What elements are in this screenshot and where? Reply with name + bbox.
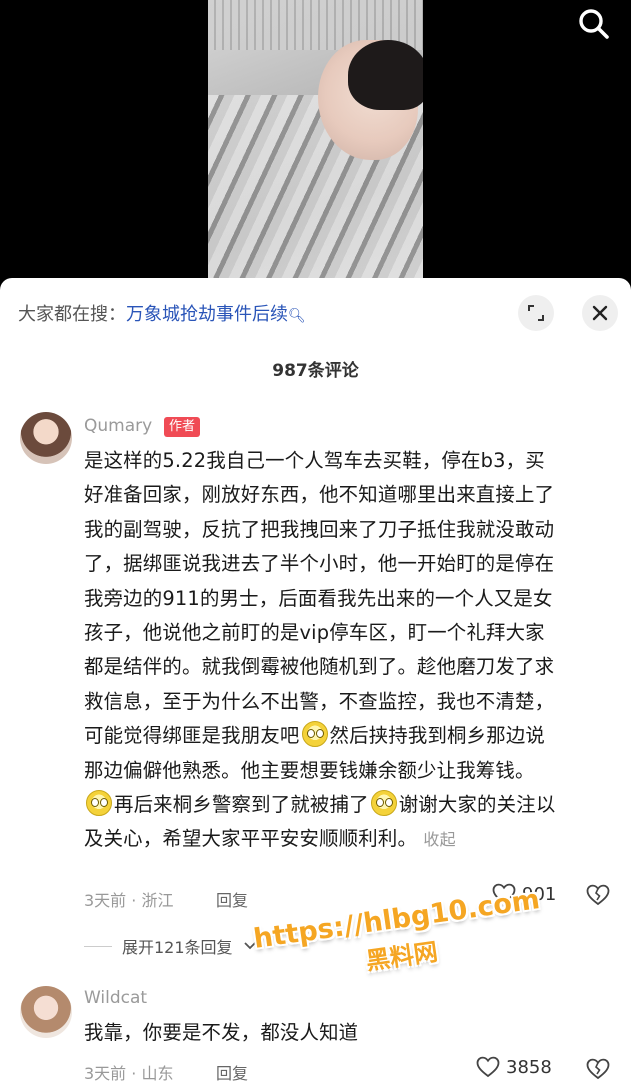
expand-icon (528, 305, 544, 321)
patient-hair (348, 40, 423, 110)
comment-line: 好准备回家，刚放好东西，他不知道哪里出来直接上了 (84, 483, 555, 507)
heart-icon (476, 1056, 500, 1078)
video-area[interactable] (0, 0, 631, 280)
broken-heart-icon (586, 1058, 610, 1080)
like-count: 3858 (506, 1056, 552, 1078)
comment-segment: 可能觉得绑匪是我朋友吧 (84, 724, 300, 748)
search-button[interactable] (576, 6, 612, 42)
trending-search-bar: 大家都在搜：万象城抢劫事件后续🔍︎ (18, 300, 306, 326)
trending-prefix: 大家都在搜： (18, 304, 126, 325)
video-thumbnail[interactable] (208, 0, 423, 280)
comment-line: 我旁边的911的男士，后面看我先出来的一个人又是女 (84, 586, 553, 610)
comment-text: 是这样的5.22我自己一个人驾车去买鞋，停在b3，买 好准备回家，刚放好东西，他… (84, 444, 614, 858)
broken-heart-icon (586, 884, 610, 906)
dislike-button[interactable] (586, 1058, 610, 1084)
smile-emoji-icon (86, 790, 112, 817)
comment-text: 我靠，你要是不发，都没人知道 (84, 1021, 359, 1044)
trending-topic-link[interactable]: 万象城抢劫事件后续 (126, 304, 288, 325)
divider-line (84, 945, 112, 947)
author-badge: 作者 (164, 417, 201, 437)
reply-button[interactable]: 回复 (216, 887, 248, 911)
comment-meta: 3天前 · 山东 (84, 1064, 174, 1083)
expand-replies-label: 展开121条回复 (122, 938, 233, 957)
collapse-link[interactable]: 收起 (423, 830, 455, 849)
comment-segment: 及关心，希望大家平平安安顺顺利利。 (84, 827, 418, 851)
comment-line: 那边偏僻他熟悉。他主要想要钱嫌余额少让我筹钱。 (84, 758, 535, 782)
close-icon (592, 305, 608, 321)
search-icon (579, 9, 609, 39)
comment-line: 我的副驾驶，反抗了把我拽回来了刀子抵住我就没敢动 (84, 517, 555, 541)
comment-line: 都是结伴的。就我倒霉被他随机到了。趁他磨刀发了求 (84, 655, 555, 679)
avatar[interactable] (20, 412, 72, 464)
comment-segment: 再后来桐乡警察到了就被捕了 (114, 793, 369, 817)
expand-button[interactable] (518, 295, 554, 331)
search-icon: 🔍︎ (288, 308, 306, 324)
comment-segment: 然后挟持我到桐乡那边说 (329, 724, 545, 748)
comment-line: 孩子，他说他之前盯的是vip停车区，盯一个礼拜大家 (84, 621, 545, 645)
smile-emoji-icon (301, 721, 328, 748)
expand-replies-button[interactable]: 展开121条回复 (84, 934, 257, 958)
comment-segment: 谢谢大家的关注以 (398, 793, 556, 817)
comment-username[interactable]: Qumary (84, 416, 152, 436)
comment-line: 再后来桐乡警察到了就被捕了 谢谢大家的关注以 (84, 788, 614, 822)
reply-button[interactable]: 回复 (216, 1060, 248, 1084)
comment-count-title: 987条评论 (272, 361, 359, 381)
comment-line: 救信息，至于为什么不出警，不查监控，我也不清楚， (84, 689, 555, 713)
smile-emoji-icon (370, 790, 397, 817)
comment-meta: 3天前 · 浙江 (84, 891, 174, 910)
comment-line: 是这样的5.22我自己一个人驾车去买鞋，停在b3，买 (84, 449, 545, 472)
close-button[interactable] (582, 295, 618, 331)
like-button[interactable]: 3858 (476, 1056, 552, 1078)
comment-line: 了，据绑匪说我进去了半个小时，他一开始盯的是停在 (84, 552, 555, 576)
comment-username[interactable]: Wildcat (84, 988, 147, 1008)
avatar[interactable] (20, 986, 72, 1038)
dislike-button[interactable] (586, 884, 610, 910)
comment-line: 可能觉得绑匪是我朋友吧 然后挟持我到桐乡那边说 (84, 719, 614, 753)
comment-line: 及关心，希望大家平平安安顺顺利利。 收起 (84, 822, 614, 857)
